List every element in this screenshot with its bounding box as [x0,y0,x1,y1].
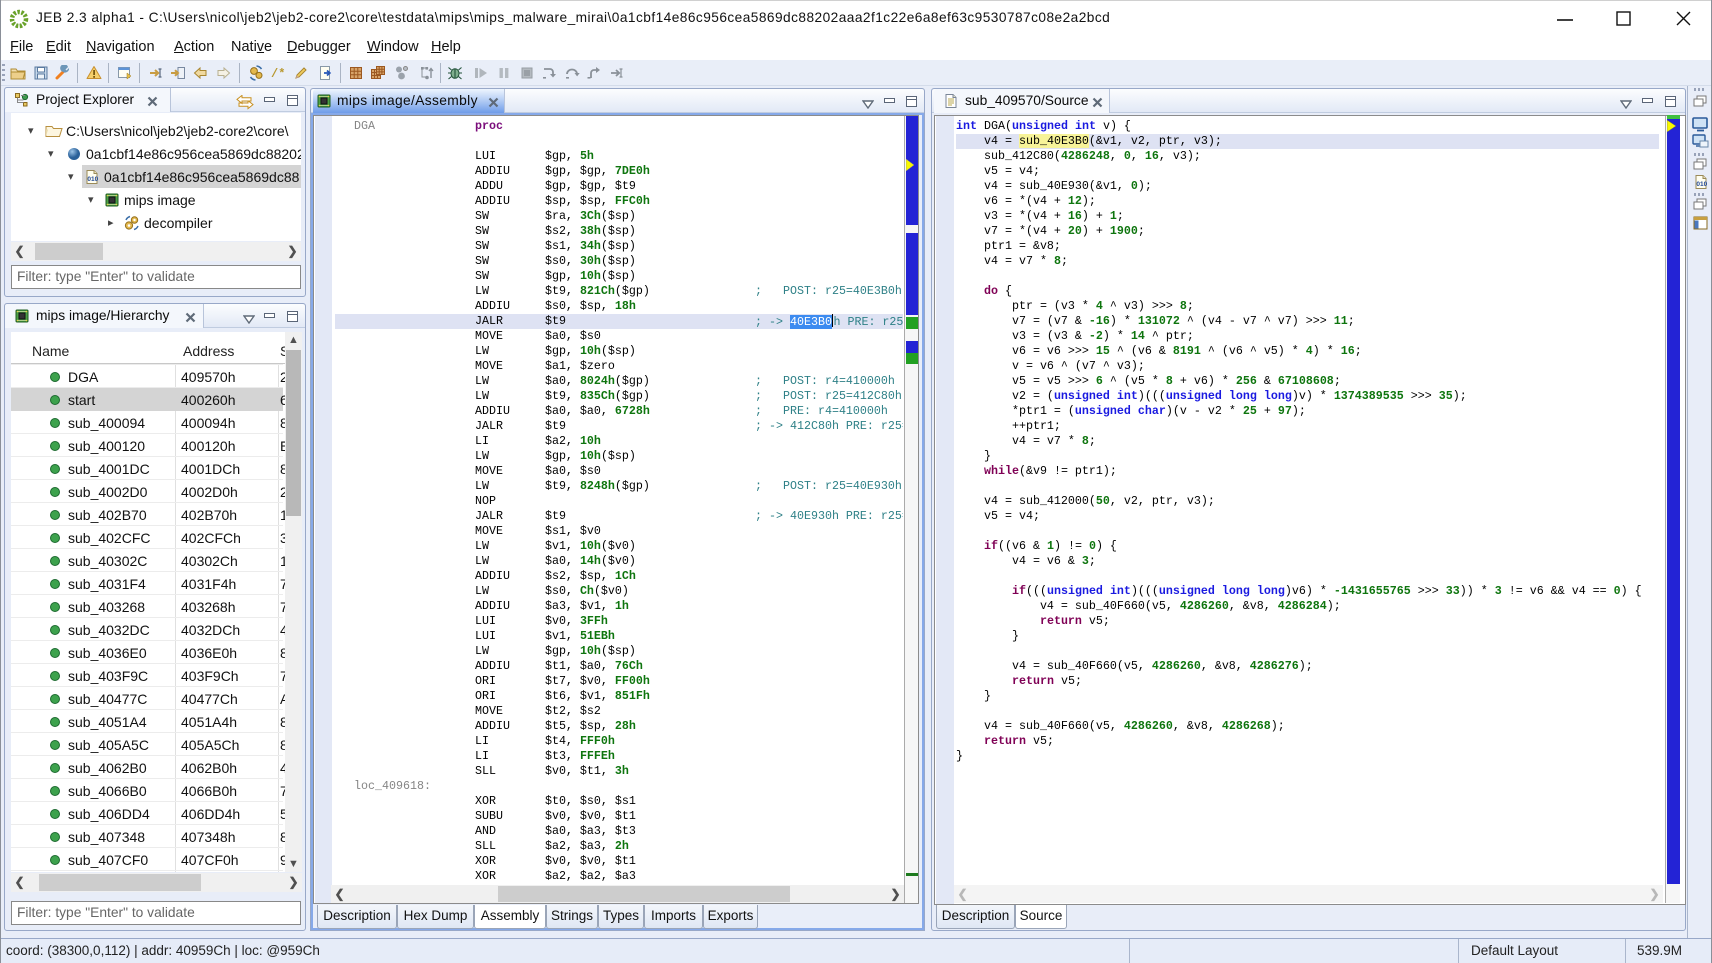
svg-text:010: 010 [87,176,98,183]
svg-text:/*: /* [271,67,285,81]
svg-text:010: 010 [1696,181,1707,188]
